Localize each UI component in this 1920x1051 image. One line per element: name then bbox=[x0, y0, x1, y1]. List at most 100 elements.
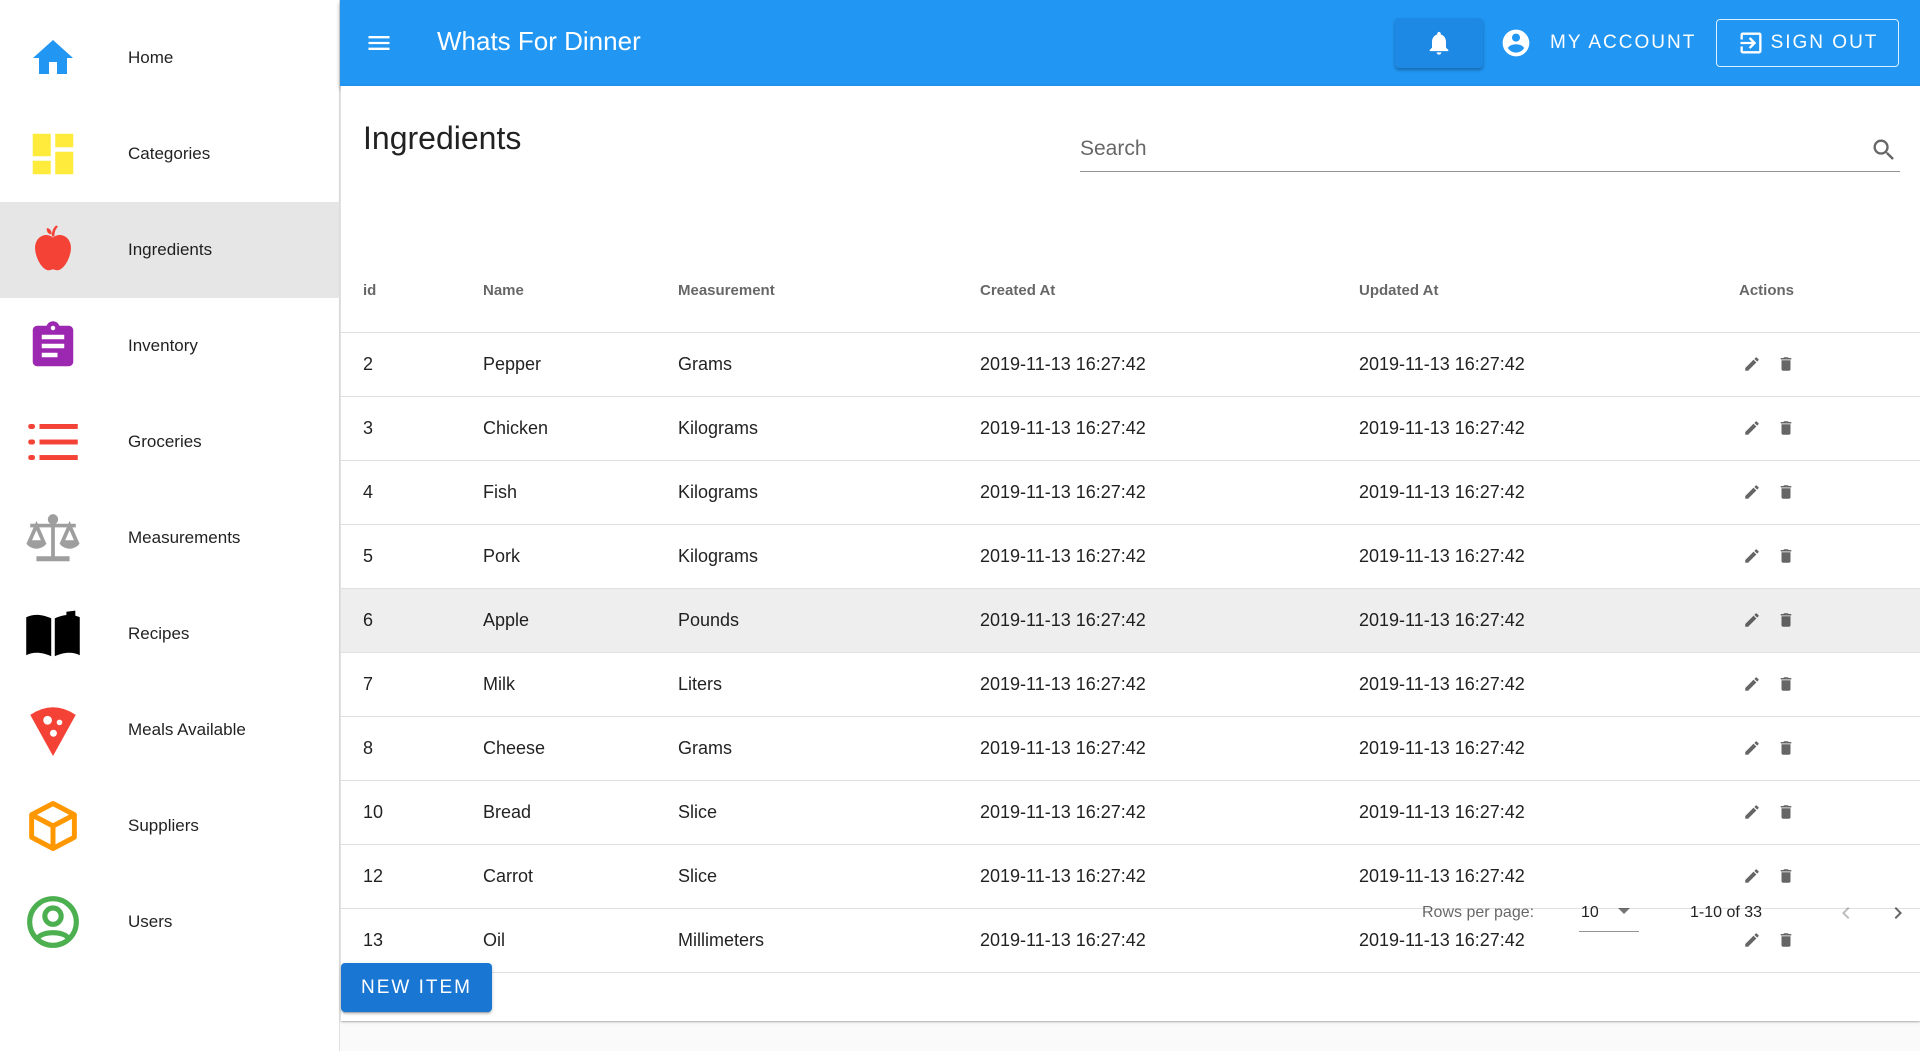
cell-created-at: 2019-11-13 16:27:42 bbox=[980, 588, 1359, 653]
cell-created-at: 2019-11-13 16:27:42 bbox=[980, 780, 1359, 845]
cell-created-at: 2019-11-13 16:27:42 bbox=[980, 332, 1359, 397]
delete-icon[interactable] bbox=[1773, 415, 1799, 441]
edit-icon[interactable] bbox=[1739, 479, 1765, 505]
ingredients-card: Ingredients id Name Measurement Created … bbox=[341, 86, 1920, 1021]
cell-name: Bread bbox=[483, 780, 678, 845]
cell-updated-at: 2019-11-13 16:27:42 bbox=[1359, 524, 1739, 589]
my-account-button[interactable]: MY ACCOUNT bbox=[1500, 20, 1700, 66]
column-header-name[interactable]: Name bbox=[483, 248, 678, 333]
cell-measurement: Grams bbox=[678, 332, 980, 397]
column-header-id[interactable]: id bbox=[341, 248, 483, 333]
sign-out-button[interactable]: SIGN OUT bbox=[1716, 19, 1899, 67]
my-account-label: MY ACCOUNT bbox=[1550, 32, 1697, 53]
next-page-button[interactable] bbox=[1881, 894, 1915, 932]
search-icon[interactable] bbox=[1870, 136, 1898, 164]
cell-updated-at: 2019-11-13 16:27:42 bbox=[1359, 460, 1739, 525]
table-row[interactable]: 4 Fish Kilograms 2019-11-13 16:27:42 2019-11… bbox=[341, 460, 1920, 525]
cell-updated-at: 2019-11-13 16:27:42 bbox=[1359, 716, 1739, 781]
cell-name: Cheese bbox=[483, 716, 678, 781]
cell-actions bbox=[1739, 396, 1920, 461]
sidebar-item-meals-available[interactable]: Meals Available bbox=[0, 682, 340, 778]
cell-measurement: Slice bbox=[678, 780, 980, 845]
delete-icon[interactable] bbox=[1773, 671, 1799, 697]
cell-created-at: 2019-11-13 16:27:42 bbox=[980, 716, 1359, 781]
sidebar-item-inventory[interactable]: Inventory bbox=[0, 298, 340, 394]
table-header-row: id Name Measurement Created At Updated A… bbox=[341, 248, 1920, 333]
sidebar-item-home[interactable]: Home bbox=[0, 10, 340, 106]
sidebar-item-recipes[interactable]: Recipes bbox=[0, 586, 340, 682]
edit-icon[interactable] bbox=[1739, 351, 1765, 377]
edit-icon[interactable] bbox=[1739, 415, 1765, 441]
table-row[interactable]: 3 Chicken Kilograms 2019-11-13 16:27:42 2019… bbox=[341, 396, 1920, 461]
pizza-icon bbox=[24, 704, 82, 756]
sidebar-item-label: Inventory bbox=[128, 336, 198, 355]
previous-page-button[interactable] bbox=[1829, 894, 1863, 932]
sidebar-item-groceries[interactable]: Groceries bbox=[0, 394, 340, 490]
list-icon bbox=[24, 416, 82, 468]
cell-id: 3 bbox=[341, 396, 483, 461]
sidebar-item-suppliers[interactable]: Suppliers bbox=[0, 778, 340, 874]
column-header-created-at[interactable]: Created At bbox=[980, 248, 1359, 333]
cell-updated-at: 2019-11-13 16:27:42 bbox=[1359, 396, 1739, 461]
table-row[interactable]: 8 Cheese Grams 2019-11-13 16:27:42 2019-11-1… bbox=[341, 716, 1920, 781]
search-input[interactable] bbox=[1080, 128, 1850, 170]
sidebar-item-categories[interactable]: Categories bbox=[0, 106, 340, 202]
rows-per-page-select[interactable]: 10 bbox=[1579, 894, 1639, 932]
user-circle-icon bbox=[24, 896, 82, 948]
edit-icon[interactable] bbox=[1739, 799, 1765, 825]
cell-id: 10 bbox=[341, 780, 483, 845]
sidebar-item-label: Categories bbox=[128, 144, 211, 163]
cell-id: 2 bbox=[341, 332, 483, 397]
edit-icon[interactable] bbox=[1739, 671, 1765, 697]
table-row[interactable]: 5 Pork Kilograms 2019-11-13 16:27:42 2019-11… bbox=[341, 524, 1920, 589]
cell-created-at: 2019-11-13 16:27:42 bbox=[980, 396, 1359, 461]
new-item-button[interactable]: NEW ITEM bbox=[341, 963, 492, 1012]
cell-name: Chicken bbox=[483, 396, 678, 461]
delete-icon[interactable] bbox=[1773, 735, 1799, 761]
sidebar-item-label: Meals Available bbox=[128, 720, 246, 739]
delete-icon[interactable] bbox=[1773, 543, 1799, 569]
delete-icon[interactable] bbox=[1773, 607, 1799, 633]
edit-icon[interactable] bbox=[1739, 607, 1765, 633]
table-row[interactable]: 7 Milk Liters 2019-11-13 16:27:42 2019-11-13… bbox=[341, 652, 1920, 717]
table-pagination: Rows per page: 10 1-10 of 33 bbox=[341, 884, 1920, 942]
cell-updated-at: 2019-11-13 16:27:42 bbox=[1359, 780, 1739, 845]
cell-name: Apple bbox=[483, 588, 678, 653]
cell-updated-at: 2019-11-13 16:27:42 bbox=[1359, 652, 1739, 717]
sidebar-item-ingredients[interactable]: Ingredients bbox=[0, 202, 340, 298]
pagination-range: 1-10 of 33 bbox=[1690, 904, 1763, 921]
table-row[interactable]: 6 Apple Pounds 2019-11-13 16:27:42 2019-11-1… bbox=[341, 588, 1920, 653]
table-row[interactable]: 2 Pepper Grams 2019-11-13 16:27:42 2019-11-1… bbox=[341, 332, 1920, 397]
chevron-right-icon bbox=[1894, 907, 1902, 919]
delete-icon[interactable] bbox=[1773, 479, 1799, 505]
edit-icon[interactable] bbox=[1739, 543, 1765, 569]
column-header-measurement[interactable]: Measurement bbox=[678, 248, 980, 333]
rows-per-page-value: 10 bbox=[1581, 903, 1599, 921]
cell-name: Fish bbox=[483, 460, 678, 525]
column-header-updated-at[interactable]: Updated At bbox=[1359, 248, 1739, 333]
box-icon bbox=[24, 800, 82, 852]
cell-name: Milk bbox=[483, 652, 678, 717]
delete-icon[interactable] bbox=[1773, 351, 1799, 377]
cell-updated-at: 2019-11-13 16:27:42 bbox=[1359, 588, 1739, 653]
table-row[interactable]: 10 Bread Slice 2019-11-13 16:27:42 2019-11-1… bbox=[341, 780, 1920, 845]
cell-created-at: 2019-11-13 16:27:42 bbox=[980, 652, 1359, 717]
delete-icon[interactable] bbox=[1773, 799, 1799, 825]
ingredients-table: id Name Measurement Created At Updated A… bbox=[341, 248, 1920, 973]
cell-updated-at: 2019-11-13 16:27:42 bbox=[1359, 332, 1739, 397]
cell-name: Pork bbox=[483, 524, 678, 589]
sidebar-item-measurements[interactable]: Measurements bbox=[0, 490, 340, 586]
notifications-button[interactable] bbox=[1395, 18, 1483, 68]
cell-id: 4 bbox=[341, 460, 483, 525]
menu-button[interactable] bbox=[358, 24, 400, 62]
cell-actions bbox=[1739, 652, 1920, 717]
edit-icon[interactable] bbox=[1739, 735, 1765, 761]
cell-created-at: 2019-11-13 16:27:42 bbox=[980, 524, 1359, 589]
sidebar-item-label: Recipes bbox=[128, 624, 190, 643]
sidebar-item-label: Groceries bbox=[128, 432, 202, 451]
cell-actions bbox=[1739, 716, 1920, 781]
column-header-actions: Actions bbox=[1739, 248, 1920, 333]
sidebar-item-users[interactable]: Users bbox=[0, 874, 340, 970]
cell-actions bbox=[1739, 588, 1920, 653]
sidebar-item-label: Home bbox=[128, 48, 174, 67]
